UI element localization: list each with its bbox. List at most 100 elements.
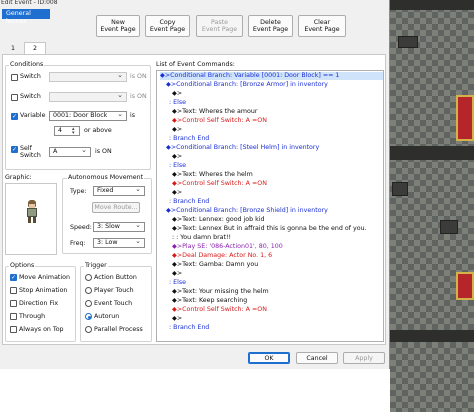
switch2-select[interactable] (49, 91, 127, 102)
command-line[interactable]: ◆>Conditional Branch: [Steel Helm] in in… (160, 144, 319, 152)
variable-label: Variable (20, 112, 46, 119)
event-commands-list[interactable]: ◆>Conditional Branch: Variable [0001: Do… (156, 70, 384, 342)
tab-page-2[interactable]: 2 (24, 42, 46, 54)
action-button-label: Action Button (94, 274, 137, 281)
command-line[interactable]: ◆>Deal Damage: Actor No. 1, 6 (160, 252, 272, 260)
map-wall (440, 220, 458, 234)
map-wall (390, 146, 474, 160)
variable-or-above-label: or above (84, 127, 112, 134)
event-touch-label: Event Touch (94, 300, 133, 307)
character-sprite-icon (26, 200, 38, 224)
graphic-legend: Graphic: (5, 174, 32, 181)
parallel-process-radio[interactable] (85, 326, 92, 333)
command-line[interactable]: ◆>Control Self Switch: A =ON (160, 306, 267, 314)
copy-event-page-button[interactable]: Copy Event Page (145, 15, 190, 37)
command-line[interactable]: ◆> (160, 189, 182, 197)
move-animation-label: Move Animation (19, 274, 70, 281)
player-touch-label: Player Touch (94, 287, 134, 294)
command-line[interactable]: ◆>Text: Gamba: Damn you (160, 261, 258, 269)
variable-select[interactable]: 0001: Door Block (49, 110, 127, 121)
self-switch-suffix: is ON (95, 148, 112, 155)
always-on-top-checkbox[interactable] (10, 326, 17, 333)
command-line[interactable]: ◆>Control Self Switch: A =ON (160, 180, 267, 188)
switch1-select[interactable] (49, 71, 127, 82)
number-spinner-icon[interactable]: ▴ ▾ (72, 127, 75, 136)
freq-select[interactable]: 3: Low (93, 237, 145, 248)
self-switch-label: Self Switch (20, 145, 41, 159)
options-legend: Options (9, 262, 36, 269)
freq-label: Freq: (70, 240, 86, 247)
command-line[interactable]: ◆>Conditional Branch: Variable [0001: Do… (160, 72, 383, 80)
command-line[interactable]: ◆>Conditional Branch: [Bronze Armor] in … (160, 81, 328, 89)
conditions-legend: Conditions (9, 61, 45, 68)
switch2-label: Switch (20, 93, 41, 100)
command-line[interactable]: : Branch End (160, 324, 209, 332)
apply-button[interactable]: Apply (343, 352, 385, 364)
command-line[interactable]: ◆>Text: Keep searching (160, 297, 247, 305)
stop-animation-label: Stop Animation (19, 287, 68, 294)
command-line[interactable]: ◆>Text: Your missing the helm (160, 288, 269, 296)
command-line[interactable]: : Else (160, 99, 186, 107)
new-event-page-button[interactable]: New Event Page (96, 15, 140, 37)
switch2-checkbox[interactable] (11, 94, 18, 101)
command-line[interactable]: ◆> (160, 153, 182, 161)
variable-number-field[interactable]: 4 (54, 126, 80, 136)
command-line[interactable]: : Branch End (160, 135, 209, 143)
map-wall (390, 330, 474, 342)
ok-button[interactable]: OK (248, 352, 290, 364)
switch1-suffix: is ON (130, 73, 147, 80)
trigger-legend: Trigger (84, 262, 108, 269)
self-switch-checkbox[interactable]: ✓ (11, 146, 18, 153)
autorun-radio[interactable] (85, 313, 92, 320)
type-select[interactable]: Fixed (93, 185, 145, 196)
command-line[interactable]: : Else (160, 279, 186, 287)
command-line[interactable]: ◆> (160, 90, 182, 98)
command-line[interactable]: ◆> (160, 315, 182, 323)
tab-page-1[interactable]: 1 (2, 44, 24, 54)
parallel-process-label: Parallel Process (94, 326, 143, 333)
command-line[interactable]: ◆>Text: Wheres the amour (160, 108, 257, 116)
player-touch-radio[interactable] (85, 287, 92, 294)
paste-event-page-button[interactable]: Paste Event Page (196, 15, 243, 37)
stop-animation-checkbox[interactable] (10, 287, 17, 294)
command-line[interactable]: : Branch End (160, 198, 209, 206)
map-carpet (456, 272, 474, 300)
direction-fix-checkbox[interactable] (10, 300, 17, 307)
command-line[interactable]: ◆>Control Self Switch: A =ON (160, 117, 267, 125)
always-on-top-label: Always on Top (19, 326, 64, 333)
command-line[interactable]: : Else (160, 162, 186, 170)
clear-event-page-button[interactable]: Clear Event Page (298, 15, 346, 37)
switch2-suffix: is ON (130, 93, 147, 100)
event-name-field[interactable]: General lennex (2, 9, 50, 25)
graphic-preview[interactable] (5, 183, 57, 255)
through-label: Through (19, 313, 46, 320)
event-touch-radio[interactable] (85, 300, 92, 307)
map-wall (392, 182, 408, 196)
type-label: Type: (70, 188, 87, 195)
move-route-button[interactable]: Move Route... (92, 202, 140, 213)
action-button-radio[interactable] (85, 274, 92, 281)
command-line[interactable]: : : You damn brat!! (160, 234, 231, 242)
map-carpet (456, 95, 474, 141)
command-line[interactable]: ◆>Play SE: '086-Action01', 80, 100 (160, 243, 283, 251)
command-line[interactable]: ◆>Text: Lennex But in affraid this is go… (160, 225, 367, 233)
map-wall (390, 0, 474, 10)
map-view[interactable] (390, 0, 474, 412)
map-wall (398, 36, 418, 48)
command-line[interactable]: ◆> (160, 270, 182, 278)
cancel-button[interactable]: Cancel (296, 352, 338, 364)
command-line[interactable]: ◆>Conditional Branch: [Bronze Shield] in… (160, 207, 328, 215)
self-switch-select[interactable]: A (49, 146, 91, 157)
speed-select[interactable]: 3: Slow (93, 221, 145, 232)
direction-fix-label: Direction Fix (19, 300, 59, 307)
command-line[interactable]: ◆>Text: Lennex: good job kid (160, 216, 265, 224)
variable-checkbox[interactable]: ✓ (11, 113, 18, 120)
switch1-label: Switch (20, 73, 41, 80)
through-checkbox[interactable] (10, 313, 17, 320)
autonomous-movement-legend: Autonomous Movement (67, 174, 145, 181)
command-line[interactable]: ◆> (160, 126, 182, 134)
command-line[interactable]: ◆>Text: Wheres the helm (160, 171, 253, 179)
switch1-checkbox[interactable] (11, 74, 18, 81)
move-animation-checkbox[interactable]: ✓ (10, 274, 17, 281)
delete-event-page-button[interactable]: Delete Event Page (248, 15, 293, 37)
